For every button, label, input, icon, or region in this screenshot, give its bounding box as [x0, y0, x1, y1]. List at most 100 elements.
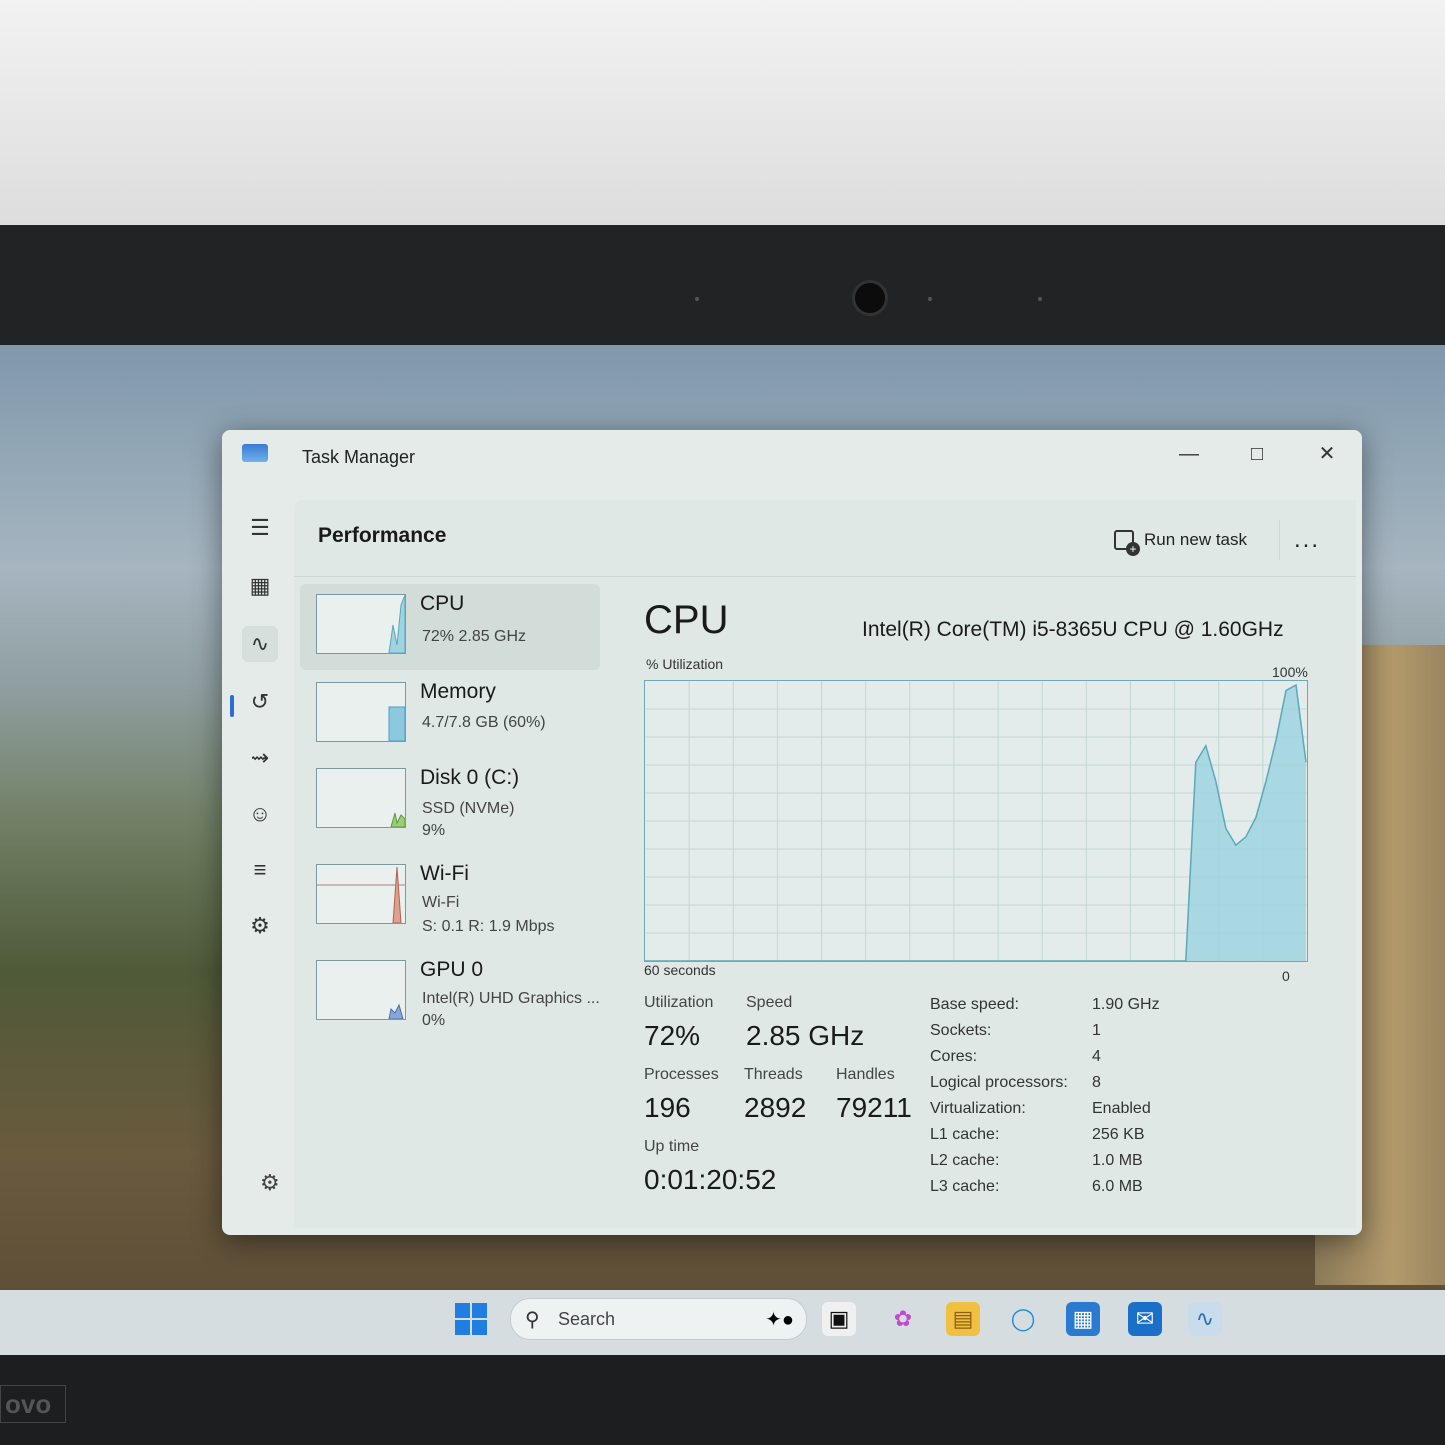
- processes-label: Processes: [644, 1066, 719, 1083]
- thumb-graph: [388, 595, 405, 653]
- spec-value: 1.0 MB: [1092, 1152, 1143, 1169]
- webcam-icon: [852, 280, 888, 316]
- thumb-graph: [390, 812, 405, 827]
- task-manager-icon: [242, 444, 268, 462]
- taskbar: ⚲ Search ✦● ▣ ✿ ▤ ◯ ▦ ✉ ∿: [0, 1290, 1445, 1355]
- more-options-button[interactable]: ...: [1294, 526, 1320, 554]
- spec-value: 1.90 GHz: [1092, 996, 1160, 1013]
- resource-detail: SSD (NVMe): [422, 800, 515, 817]
- thumb-graph: [388, 1003, 404, 1019]
- spec-label: L3 cache:: [930, 1178, 1000, 1195]
- copilot-icon[interactable]: ✿: [886, 1302, 920, 1336]
- run-new-task-button[interactable]: Run new task: [1114, 530, 1247, 556]
- resource-thumbnail: [316, 960, 406, 1020]
- threads-value: 2892: [744, 1092, 807, 1123]
- cpu-utilization-graph: [644, 680, 1308, 962]
- startup-apps-icon[interactable]: ⇝: [242, 740, 278, 776]
- outlook-icon[interactable]: ✉: [1128, 1302, 1162, 1336]
- page-title: Performance: [318, 524, 447, 547]
- windows-start-icon[interactable]: [455, 1303, 487, 1335]
- cpu-model: Intel(R) Core(TM) i5-8365U CPU @ 1.60GHz: [862, 618, 1284, 641]
- laptop: Task Manager — □ ✕ ☰ ▦ ∿ ↺ ⇝ ☺ ≡ ⚙ ⚙ Per…: [0, 225, 1445, 1445]
- taskbar-search-box[interactable]: ⚲ Search ✦●: [510, 1298, 807, 1340]
- settings-icon[interactable]: ⚙: [260, 1170, 280, 1196]
- spec-label: Sockets:: [930, 1022, 992, 1039]
- processes-icon[interactable]: ▦: [242, 568, 278, 604]
- search-icon: ⚲: [525, 1309, 540, 1331]
- page-header: Performance Run new task ...: [294, 500, 1356, 577]
- utilization-label: Utilization: [644, 994, 714, 1011]
- edge-icon[interactable]: ◯: [1006, 1302, 1040, 1336]
- divider: [1279, 520, 1280, 560]
- resource-item-disk[interactable]: Disk 0 (C:) SSD (NVMe) 9%: [300, 758, 600, 844]
- speed-label: Speed: [746, 994, 793, 1011]
- threads-label: Threads: [744, 1066, 803, 1083]
- utilization-value: 72%: [644, 1020, 701, 1051]
- start-tile: [455, 1303, 470, 1318]
- title-bar[interactable]: Task Manager — □ ✕: [222, 430, 1362, 490]
- resource-name: Wi-Fi: [420, 862, 469, 885]
- utilization-axis-label: % Utilization: [646, 656, 724, 672]
- speed-value: 2.85 GHz: [746, 1020, 865, 1051]
- processes-value: 196: [644, 1092, 691, 1123]
- spec-value: 6.0 MB: [1092, 1178, 1143, 1195]
- spec-value: Enabled: [1092, 1100, 1151, 1117]
- task-manager-window: Task Manager — □ ✕ ☰ ▦ ∿ ↺ ⇝ ☺ ≡ ⚙ ⚙ Per…: [222, 430, 1362, 1235]
- maximize-button[interactable]: □: [1234, 438, 1280, 470]
- details-icon[interactable]: ≡: [242, 852, 278, 888]
- sensor-dot: [695, 297, 699, 301]
- sensor-dot: [1038, 297, 1042, 301]
- spec-label: Virtualization:: [930, 1100, 1026, 1117]
- cpu-title: CPU: [644, 598, 729, 642]
- thumb-graph: [317, 866, 405, 923]
- spec-value: 1: [1092, 1022, 1101, 1039]
- window-title: Task Manager: [302, 447, 416, 467]
- spec-label: L2 cache:: [930, 1152, 1000, 1169]
- app-history-icon[interactable]: ↺: [242, 684, 278, 720]
- resource-item-gpu[interactable]: GPU 0 Intel(R) UHD Graphics ... 0%: [300, 950, 600, 1036]
- active-indicator: [230, 695, 234, 717]
- resource-thumbnail: [316, 768, 406, 828]
- cpu-utilization-area: [645, 685, 1306, 961]
- start-tile: [455, 1320, 470, 1335]
- handles-value: 79211: [836, 1092, 912, 1123]
- run-task-icon: [1114, 530, 1140, 556]
- search-highlight-icon: ✦●: [765, 1309, 794, 1331]
- bezel-top: [0, 225, 1445, 345]
- max-value-label: 100%: [1272, 664, 1308, 680]
- resource-detail: 72% 2.85 GHz: [422, 628, 527, 645]
- spec-value: 256 KB: [1092, 1126, 1145, 1143]
- services-icon[interactable]: ⚙: [242, 908, 278, 944]
- resource-detail: S: 0.1 R: 1.9 Mbps: [422, 918, 555, 935]
- search-label: Search: [558, 1309, 616, 1329]
- resource-name: Disk 0 (C:): [420, 766, 520, 789]
- performance-icon[interactable]: ∿: [242, 626, 278, 662]
- uptime-label: Up time: [644, 1138, 700, 1155]
- handles-label: Handles: [836, 1066, 895, 1083]
- task-manager-taskbar-icon[interactable]: ∿: [1188, 1302, 1222, 1336]
- run-task-label: Run new task: [1144, 530, 1247, 549]
- users-icon[interactable]: ☺: [242, 796, 278, 832]
- resource-item-cpu[interactable]: CPU 72% 2.85 GHz: [300, 584, 600, 670]
- spec-label: L1 cache:: [930, 1126, 1000, 1143]
- task-view-icon[interactable]: ▣: [822, 1302, 856, 1336]
- uptime-value: 0:01:20:52: [644, 1164, 777, 1195]
- thumb-graph: [388, 706, 405, 741]
- file-explorer-icon[interactable]: ▤: [946, 1302, 980, 1336]
- resource-item-wifi[interactable]: Wi-Fi Wi-Fi S: 0.1 R: 1.9 Mbps: [300, 854, 600, 940]
- spec-label: Cores:: [930, 1048, 978, 1065]
- close-button[interactable]: ✕: [1304, 438, 1350, 470]
- resource-item-memory[interactable]: Memory 4.7/7.8 GB (60%): [300, 672, 600, 758]
- resource-detail: 4.7/7.8 GB (60%): [422, 714, 546, 731]
- spec-value: 8: [1092, 1074, 1101, 1091]
- background-wall: [0, 0, 1445, 235]
- hamburger-icon[interactable]: ☰: [242, 510, 278, 546]
- resource-thumbnail: [316, 594, 406, 654]
- minimize-button[interactable]: —: [1166, 438, 1212, 470]
- nav-sidebar: ☰ ▦ ∿ ↺ ⇝ ☺ ≡ ⚙ ⚙: [222, 490, 292, 1230]
- resource-detail: 9%: [422, 822, 446, 839]
- resource-name: GPU 0: [420, 958, 484, 981]
- desktop: Task Manager — □ ✕ ☰ ▦ ∿ ↺ ⇝ ☺ ≡ ⚙ ⚙ Per…: [0, 345, 1445, 1355]
- time-span-label: 60 seconds: [644, 962, 716, 978]
- store-icon[interactable]: ▦: [1066, 1302, 1100, 1336]
